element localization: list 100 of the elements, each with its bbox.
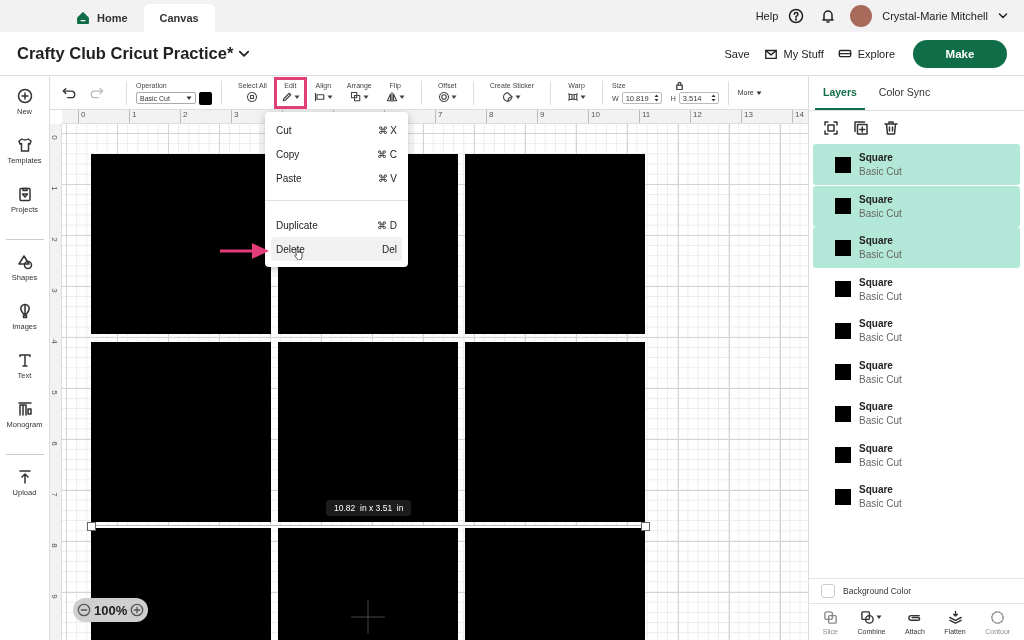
align-icon bbox=[313, 91, 326, 103]
make-button[interactable]: Make bbox=[913, 39, 1007, 68]
layer-swatch bbox=[835, 447, 851, 463]
redo-icon bbox=[89, 85, 104, 100]
save-button[interactable]: Save bbox=[724, 47, 750, 60]
caret-icon bbox=[755, 89, 762, 96]
avatar[interactable] bbox=[850, 5, 873, 27]
layer-name: Square bbox=[859, 152, 894, 163]
square-shape[interactable] bbox=[91, 154, 271, 334]
menu-item[interactable]: Delete Del bbox=[271, 237, 402, 261]
tab[interactable]: Home bbox=[60, 4, 144, 32]
zoom-in-icon[interactable] bbox=[130, 603, 145, 617]
resize-handle[interactable] bbox=[87, 522, 96, 531]
ruler-number: 7 bbox=[50, 492, 59, 497]
ruler-number: 5 bbox=[50, 390, 59, 395]
flip-icon bbox=[385, 91, 398, 103]
layer-swatch bbox=[835, 198, 851, 214]
layer-name: Square bbox=[859, 235, 894, 246]
help-icon[interactable] bbox=[788, 8, 805, 24]
layer-operation: Basic Cut bbox=[859, 290, 902, 302]
layer-name: Square bbox=[859, 276, 894, 288]
layer-swatch bbox=[835, 281, 851, 297]
layer-swatch bbox=[835, 239, 851, 256]
ruler-number: 0 bbox=[50, 135, 59, 140]
t-shirt-icon bbox=[16, 137, 33, 153]
ruler-number: 10 bbox=[590, 110, 601, 121]
ruler-number: 3 bbox=[50, 288, 59, 293]
dimension-label: 10.82 in x 3.51 in bbox=[326, 500, 412, 516]
caret-icon bbox=[876, 614, 883, 620]
trash-icon[interactable] bbox=[883, 120, 899, 136]
color-swatch[interactable] bbox=[199, 91, 212, 105]
slice-icon bbox=[822, 609, 838, 625]
menu-item[interactable]: Cut ⌘ X bbox=[271, 118, 402, 142]
menu-item[interactable]: Copy ⌘ C bbox=[271, 142, 402, 166]
pencil-icon bbox=[280, 91, 293, 103]
caret-icon bbox=[326, 94, 333, 100]
sticker-icon bbox=[502, 91, 515, 103]
layer-operation: Basic Cut bbox=[859, 498, 902, 509]
layer-item[interactable]: Square Basic Cut bbox=[813, 227, 1020, 268]
ruler-number: 14 bbox=[794, 110, 805, 121]
checkbox[interactable] bbox=[821, 584, 835, 598]
layer-swatch bbox=[835, 364, 851, 380]
resize-handle[interactable] bbox=[641, 522, 650, 531]
layer-swatch bbox=[835, 405, 851, 422]
bell-icon[interactable] bbox=[820, 8, 837, 24]
layer-swatch bbox=[835, 322, 851, 339]
combine-icon bbox=[860, 609, 876, 625]
tab[interactable]: Canvas bbox=[143, 4, 215, 32]
group-icon[interactable] bbox=[823, 120, 839, 136]
layer-operation: Basic Cut bbox=[859, 415, 902, 426]
layer-operation: Basic Cut bbox=[859, 166, 902, 177]
ruler-number: 4 bbox=[50, 339, 59, 344]
explore-button[interactable]: Explore bbox=[837, 46, 895, 61]
menu-item[interactable]: Paste ⌘ V bbox=[271, 166, 402, 190]
clipboard-icon bbox=[16, 186, 33, 202]
layer-name: Square bbox=[859, 193, 894, 205]
ruler-number: 2 bbox=[182, 110, 189, 121]
zoom-out-icon[interactable] bbox=[77, 603, 91, 617]
arrow-drawing bbox=[220, 242, 270, 260]
ruler-number: 8 bbox=[488, 110, 495, 121]
help-link[interactable]: Help bbox=[755, 10, 779, 22]
undo-icon bbox=[62, 85, 77, 100]
caret-icon bbox=[580, 94, 587, 100]
ruler-number: 13 bbox=[743, 110, 754, 121]
home-icon bbox=[76, 11, 90, 25]
ruler-number: 0 bbox=[80, 110, 87, 121]
layer-name: Square bbox=[859, 318, 894, 329]
shapes-icon bbox=[16, 254, 33, 270]
caret-icon bbox=[398, 94, 405, 100]
caret-icon bbox=[450, 94, 457, 100]
layer-name: Square bbox=[859, 401, 894, 412]
project-title[interactable]: Crafty Club Cricut Practice* bbox=[17, 44, 234, 63]
ruler-number: 1 bbox=[131, 110, 138, 121]
layer-item[interactable]: Square Basic Cut bbox=[813, 144, 1020, 185]
stepper-icon[interactable] bbox=[653, 94, 659, 102]
monogram-icon bbox=[16, 401, 33, 417]
my-stuff-button[interactable]: My Stuff bbox=[763, 46, 824, 61]
offset-icon bbox=[437, 91, 450, 103]
undo-button[interactable] bbox=[62, 85, 77, 100]
layer-name: Square bbox=[859, 359, 894, 371]
zoom-level: 100% bbox=[94, 602, 128, 618]
layer-operation: Basic Cut bbox=[859, 456, 902, 468]
panel-tab[interactable]: Layers bbox=[815, 76, 865, 110]
duplicate-icon[interactable] bbox=[853, 120, 869, 136]
user-name[interactable]: Crystal-Marie Mitchell bbox=[882, 10, 988, 22]
layer-item[interactable]: Square Basic Cut bbox=[813, 185, 1020, 227]
layer-operation: Basic Cut bbox=[859, 373, 902, 385]
ruler-number: 12 bbox=[692, 110, 703, 121]
ruler-number: 3 bbox=[233, 110, 240, 121]
ruler-number: 2 bbox=[50, 237, 59, 242]
plus-circle-icon bbox=[16, 88, 33, 104]
panel-tab[interactable]: Color Sync bbox=[870, 76, 939, 110]
layer-swatch bbox=[835, 156, 851, 173]
ruler-number: 9 bbox=[539, 110, 546, 121]
menu-item[interactable]: Duplicate ⌘ D bbox=[271, 213, 402, 237]
warp-icon bbox=[567, 91, 580, 103]
layer-swatch bbox=[835, 488, 851, 505]
stepper-icon[interactable] bbox=[710, 94, 716, 102]
lock-icon[interactable] bbox=[674, 81, 684, 90]
chevron-down-icon[interactable] bbox=[998, 11, 1008, 21]
